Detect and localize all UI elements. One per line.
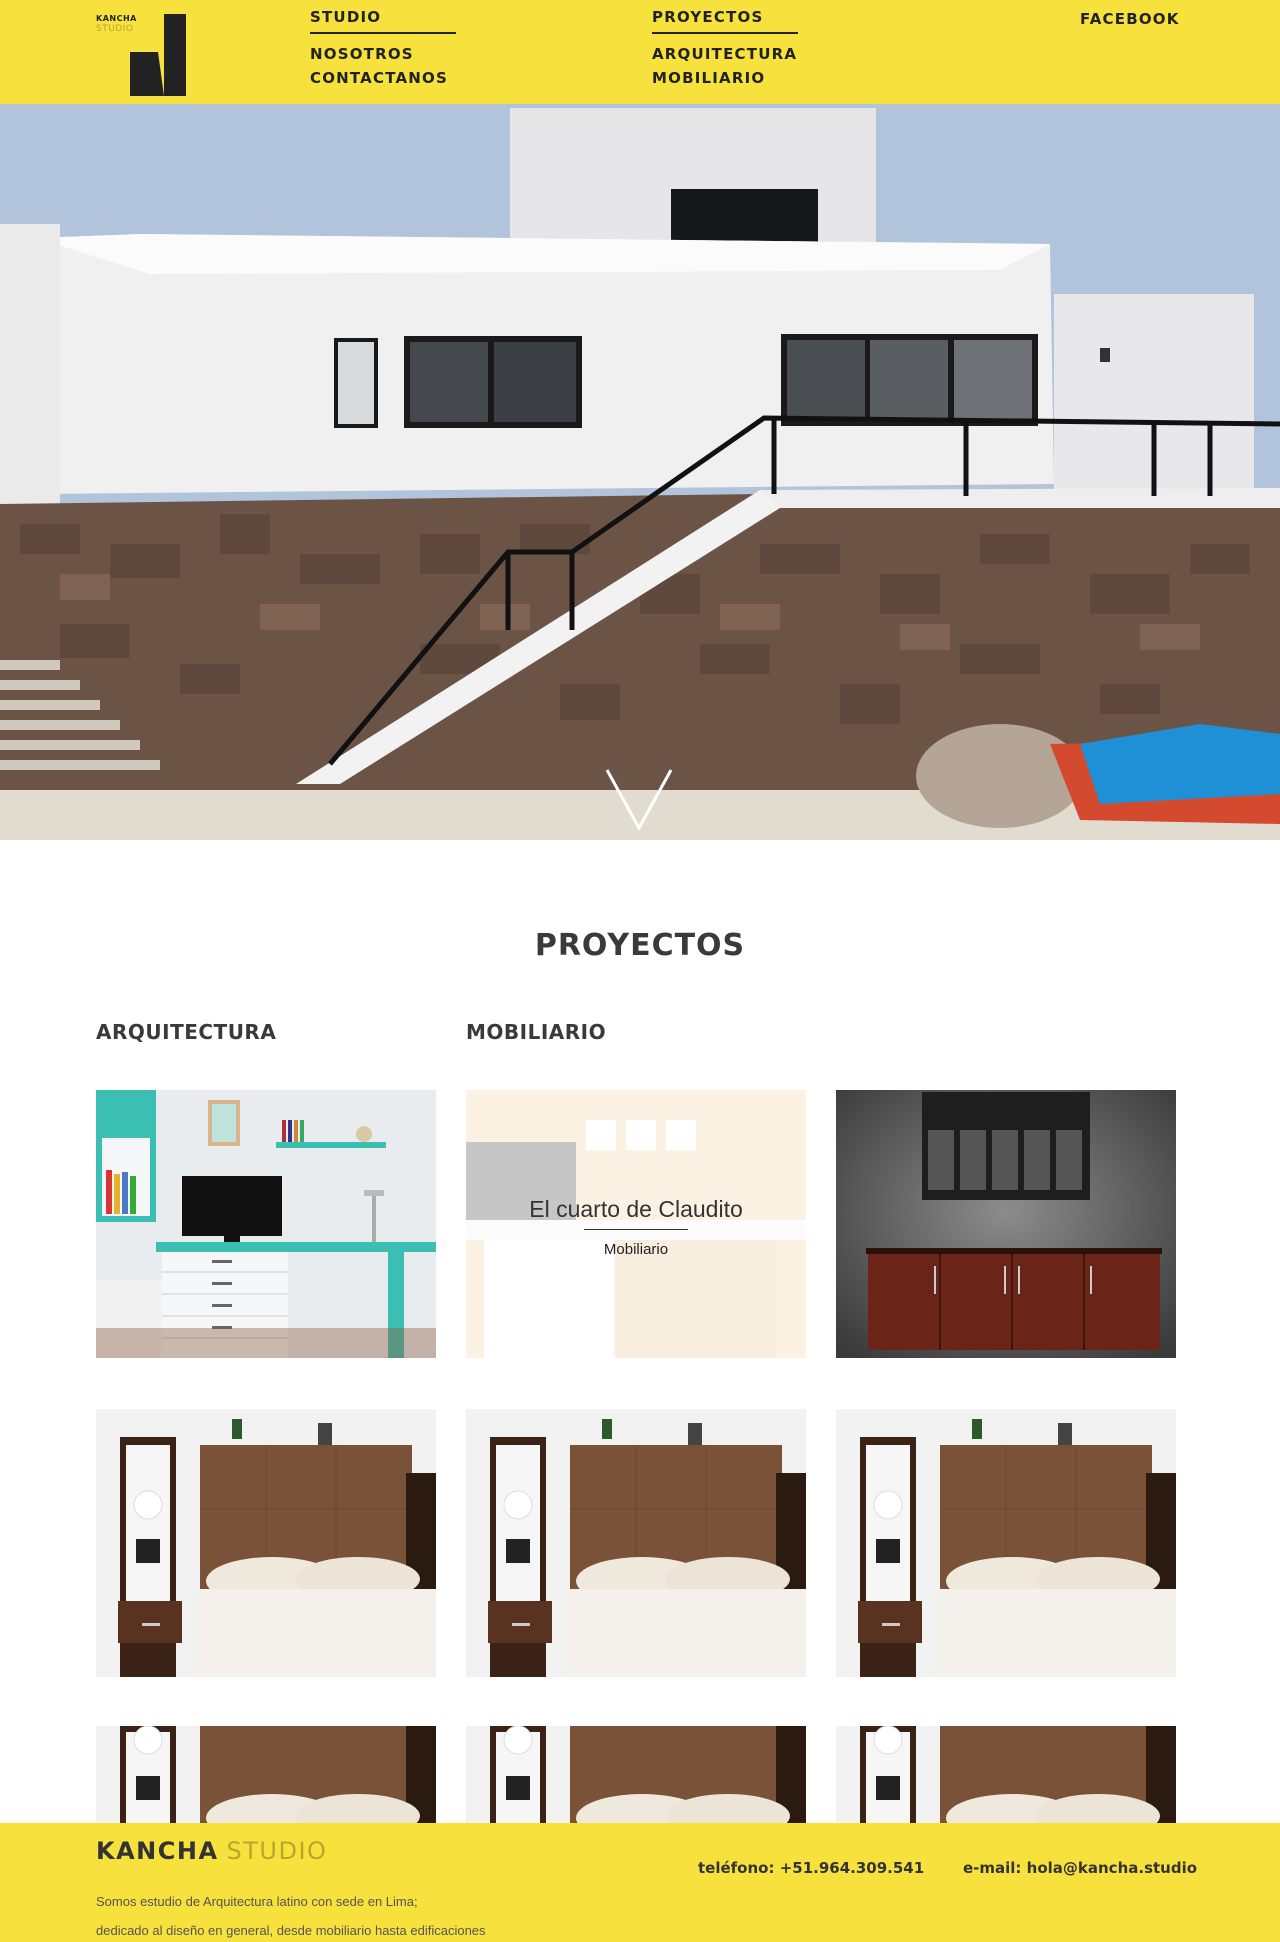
nav-studio[interactable]: STUDIO	[310, 8, 456, 34]
bedroom-headboard-image	[466, 1409, 806, 1677]
site-header: KANCHA STUDIO STUDIO NOSOTROS CONTACTANO…	[0, 0, 1280, 104]
project-card[interactable]	[96, 1409, 436, 1677]
nav-nosotros[interactable]: NOSOTROS	[310, 42, 456, 66]
bedroom-headboard-image	[96, 1409, 436, 1677]
nav-proyectos-group: PROYECTOS ARQUITECTURA MOBILIARIO	[652, 8, 798, 90]
wood-sideboard-image	[836, 1090, 1176, 1358]
hero-image	[0, 104, 1280, 840]
section-title-proyectos: PROYECTOS	[534, 928, 746, 963]
footer-desc-line-2: dedicado al diseño en general, desde mob…	[96, 1923, 486, 1938]
filter-mobiliario[interactable]: MOBILIARIO	[466, 1020, 606, 1044]
footer-desc-line-1: Somos estudio de Arquitectura latino con…	[96, 1894, 418, 1909]
project-category: Mobiliario	[603, 1241, 669, 1258]
footer-email[interactable]: e-mail: hola@kancha.studio	[963, 1859, 1197, 1877]
footer-description: Somos estudio de Arquitectura latino con…	[96, 1887, 486, 1942]
footer-brand: KANCHA STUDIO	[96, 1837, 327, 1865]
project-title: El cuarto de Claudito	[529, 1196, 743, 1222]
project-card[interactable]: El cuarto de Claudito Mobiliario	[466, 1090, 806, 1358]
footer-phone[interactable]: teléfono: +51.964.309.541	[698, 1859, 924, 1877]
project-hover-overlay: El cuarto de Claudito Mobiliario	[466, 1090, 806, 1358]
k-logo-icon	[130, 14, 186, 96]
nav-facebook[interactable]: FACEBOOK	[1080, 10, 1180, 28]
project-card[interactable]	[836, 1090, 1176, 1358]
site-footer: KANCHA STUDIO Somos estudio de Arquitectu…	[0, 1823, 1280, 1942]
nav-contactanos[interactable]: CONTACTANOS	[310, 66, 456, 90]
overlay-divider	[584, 1229, 688, 1230]
project-card[interactable]	[466, 1409, 806, 1677]
nav-arquitectura[interactable]: ARQUITECTURA	[652, 42, 798, 66]
project-card[interactable]	[836, 1409, 1176, 1677]
kids-room-desk-image	[96, 1090, 436, 1358]
kancha-logo[interactable]: KANCHA STUDIO	[96, 12, 188, 98]
hero-house-illustration	[0, 104, 1280, 840]
footer-brand-kancha: KANCHA	[96, 1837, 219, 1865]
footer-brand-studio: STUDIO	[226, 1837, 328, 1865]
bedroom-headboard-image	[836, 1409, 1176, 1677]
project-card[interactable]	[96, 1090, 436, 1358]
nav-mobiliario[interactable]: MOBILIARIO	[652, 66, 798, 90]
nav-proyectos[interactable]: PROYECTOS	[652, 8, 798, 34]
nav-studio-group: STUDIO NOSOTROS CONTACTANOS	[310, 8, 456, 90]
filter-arquitectura[interactable]: ARQUITECTURA	[96, 1020, 276, 1044]
chevron-down-icon[interactable]	[603, 766, 675, 832]
